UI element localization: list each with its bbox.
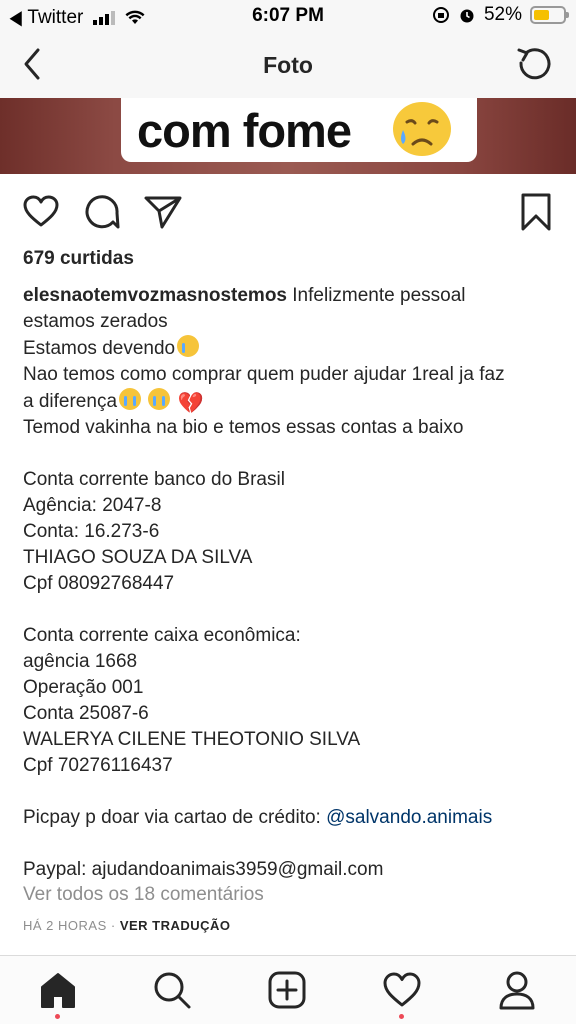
caption-line: WALERYA CILENE THEOTONIO SILVA xyxy=(23,729,361,750)
tab-search[interactable] xyxy=(152,970,192,1010)
photo-caption-text: com fome xyxy=(137,103,352,157)
sob-emoji-icon xyxy=(148,388,171,410)
caption-line xyxy=(23,779,563,805)
post-actions xyxy=(0,186,576,238)
notification-dot xyxy=(399,1014,404,1019)
view-comments-link[interactable]: Ver todos os 18 comentários xyxy=(23,884,264,906)
caption-line: Conta corrente caixa econômica: xyxy=(23,625,301,646)
caption-line xyxy=(23,441,563,467)
comment-icon[interactable] xyxy=(83,194,121,230)
home-icon xyxy=(41,973,75,1008)
caption-line: agência 1668 xyxy=(23,651,138,672)
profile-icon xyxy=(499,971,535,1010)
mention-link[interactable]: @salvando.animais xyxy=(326,807,492,828)
tab-new-post[interactable] xyxy=(267,970,307,1010)
battery-icon xyxy=(530,6,569,24)
rotation-lock-icon xyxy=(432,7,449,23)
caption-line: Paypal: ajudandoanimais3959@gmail.com xyxy=(23,859,384,880)
status-bar: ◀ Twitter 6:07 PM 52% xyxy=(0,0,576,34)
caption-line xyxy=(23,831,563,857)
caption-line: elesnaotemvozmasnostemos Infelizmente pe… xyxy=(23,283,563,309)
paper-plane-icon[interactable] xyxy=(143,194,183,230)
caption-line: Estamos devendo xyxy=(23,335,563,362)
post-caption: elesnaotemvozmasnostemos Infelizmente pe… xyxy=(23,283,563,883)
battery-percent: 52% xyxy=(483,4,522,25)
refresh-icon[interactable] xyxy=(514,44,554,84)
caption-text: Estamos devendo xyxy=(23,338,176,359)
caption-line: THIAGO SOUZA DA SILVA xyxy=(23,547,253,568)
post-username[interactable]: elesnaotemvozmasnostemos xyxy=(23,285,287,306)
nav-bar: Foto xyxy=(0,34,576,98)
caption-line: Picpay p doar via cartao de crédito: @sa… xyxy=(23,805,563,831)
bookmark-icon[interactable] xyxy=(519,192,553,232)
caption-line: Nao temos como comprar quem puder ajudar… xyxy=(23,364,505,385)
alarm-icon xyxy=(460,9,474,23)
caption-text: Picpay p doar via cartao de crédito: xyxy=(23,807,327,828)
broken-heart-emoji-icon: 💔 xyxy=(177,392,204,415)
battery-level xyxy=(534,10,549,20)
caption-line: estamos zerados xyxy=(23,311,168,332)
page-title: Foto xyxy=(263,52,313,78)
post-timestamp: HÁ 2 HORAS xyxy=(23,918,107,933)
caption-line xyxy=(23,597,563,623)
caption-line: Conta 25087-6 xyxy=(23,703,149,724)
caption-line: Cpf 70276116437 xyxy=(23,755,173,776)
tab-home[interactable] xyxy=(38,970,78,1019)
tab-activity[interactable] xyxy=(382,970,422,1019)
sad-face-emoji-icon xyxy=(393,102,451,156)
caption-line: Agência: 2047-8 xyxy=(23,495,162,516)
translate-link[interactable]: VER TRADUÇÃO xyxy=(120,918,231,933)
caption-line: Cpf 08092768447 xyxy=(23,573,175,594)
caption-line: Conta corrente banco do Brasil xyxy=(23,469,285,490)
caption-line: Operação 001 xyxy=(23,677,144,698)
activity-heart-icon xyxy=(383,972,421,1007)
heart-icon[interactable] xyxy=(22,194,60,228)
crying-face-emoji-icon xyxy=(177,335,200,357)
likes-count[interactable]: 679 curtidas xyxy=(23,248,134,270)
tab-profile[interactable] xyxy=(497,970,537,1010)
meta-separator: · xyxy=(106,918,120,933)
sob-emoji-icon xyxy=(119,388,142,410)
caption-line: Conta: 16.273-6 xyxy=(23,521,160,542)
post-meta: HÁ 2 HORAS · VER TRADUÇÃO xyxy=(23,918,231,933)
post-photo[interactable]: com fome xyxy=(0,98,576,174)
notification-dot xyxy=(55,1014,60,1019)
caption-text: a diferença xyxy=(23,391,118,412)
caption-line: a diferença 💔 xyxy=(23,388,563,415)
tab-bar xyxy=(0,955,576,1024)
add-post-icon xyxy=(268,971,306,1009)
search-icon xyxy=(154,972,191,1009)
caption-text: Infelizmente pessoal xyxy=(287,285,466,306)
caption-line: Temod vakinha na bio e temos essas conta… xyxy=(23,417,464,438)
